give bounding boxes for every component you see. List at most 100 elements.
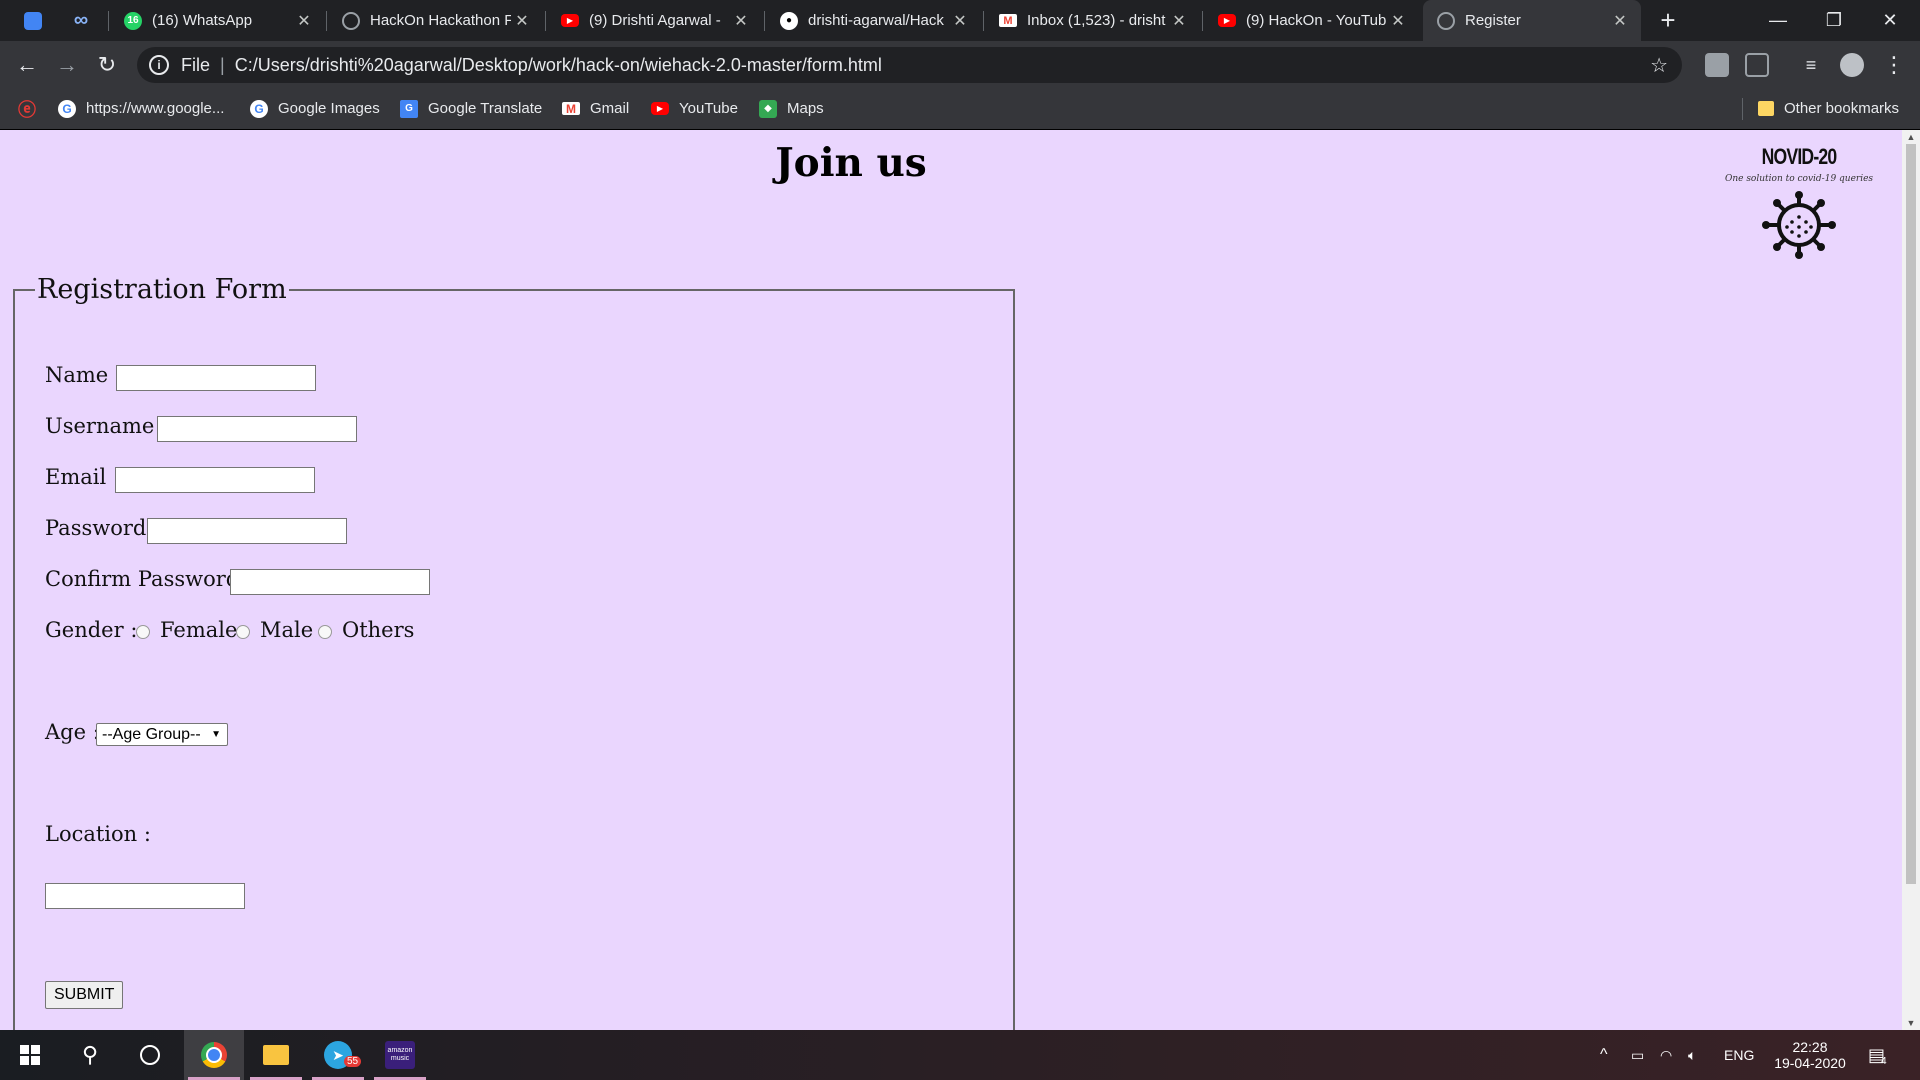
scroll-up-icon[interactable]: ▲ [1902, 130, 1920, 144]
volume-icon[interactable]: 🔈︎ [1688, 1030, 1696, 1080]
taskbar-file-explorer[interactable] [246, 1030, 306, 1080]
translate-icon: G [400, 99, 418, 118]
tab-title: (9) HackOn - YouTub [1246, 12, 1387, 29]
submit-button[interactable]: SUBMIT [45, 981, 124, 1009]
extension-icon[interactable] [1705, 53, 1729, 77]
cortana-icon[interactable] [120, 1030, 180, 1080]
bookmark-google-images[interactable]: G Google Images [250, 88, 380, 129]
bookmark-google-translate[interactable]: G Google Translate [400, 88, 542, 129]
url-text[interactable]: C:/Users/drishti%20agarwal/Desktop/work/… [235, 55, 882, 76]
wifi-icon[interactable]: ◠ [1660, 1030, 1672, 1080]
taskbar-telegram[interactable]: ➤ 55 [308, 1030, 368, 1080]
forward-button[interactable]: → [51, 49, 83, 81]
bookmark-youtube[interactable]: ▶ YouTube [651, 88, 738, 129]
minimize-button[interactable]: — [1750, 0, 1806, 40]
location-input[interactable] [45, 883, 245, 909]
info-icon[interactable]: i [149, 55, 169, 75]
bookmark-label: Maps [787, 100, 824, 117]
tab-github[interactable]: ● drishti-agarwal/Hack ✕ [766, 0, 981, 41]
gender-male-radio[interactable] [236, 625, 250, 639]
taskbar-amazon-music[interactable]: amazon music [370, 1030, 430, 1080]
windows-taskbar: ⚲ ➤ 55 amazon music ^ ▭ ◠ 🔈︎ ENG 22:28 1… [0, 1030, 1920, 1080]
gender-female-label: Female [160, 618, 238, 642]
avatar[interactable] [1840, 53, 1864, 77]
reload-button[interactable]: ↻ [91, 49, 123, 81]
close-icon[interactable]: ✕ [1168, 11, 1190, 31]
close-icon[interactable]: ✕ [949, 11, 971, 31]
bookmark-google-search[interactable]: G https://www.google... [58, 88, 224, 129]
confirm-password-input[interactable] [230, 569, 430, 595]
password-input[interactable] [147, 518, 347, 544]
restore-button[interactable]: ❐ [1806, 0, 1862, 40]
pdf-extension-icon[interactable] [1745, 53, 1769, 77]
page-scrollbar[interactable]: ▲ ▼ [1902, 130, 1920, 1030]
media-control-icon[interactable]: ≡ [1795, 49, 1827, 81]
tab-youtube-hackon[interactable]: ▶ (9) HackOn - YouTub ✕ [1204, 0, 1419, 41]
gender-female-radio[interactable] [136, 625, 150, 639]
gender-label: Gender : [45, 618, 138, 642]
scroll-down-icon[interactable]: ▼ [1902, 1016, 1920, 1030]
gender-others-radio[interactable] [318, 625, 332, 639]
tab-whatsapp[interactable]: 16 (16) WhatsApp ✕ [110, 0, 325, 41]
star-icon[interactable]: ☆ [1650, 53, 1668, 78]
bookmarks-bar: ⓔ G https://www.google... G Google Image… [0, 88, 1920, 130]
form-legend: Registration Form [37, 274, 287, 305]
notification-count: 4 [1881, 1055, 1887, 1067]
tab-hackon[interactable]: HackOn Hackathon F ✕ [328, 0, 543, 41]
close-icon[interactable]: ✕ [730, 11, 752, 31]
maps-icon: ◆ [759, 99, 777, 118]
search-icon[interactable]: ⚲ [60, 1030, 120, 1080]
tab-youtube-drishti[interactable]: ▶ (9) Drishti Agarwal - ✕ [547, 0, 762, 41]
globe-icon [342, 11, 360, 30]
tab-title: drishti-agarwal/Hack [808, 12, 944, 29]
gender-others-label: Others [342, 618, 415, 642]
name-input[interactable] [116, 365, 316, 391]
youtube-icon: ▶ [561, 14, 579, 27]
close-window-button[interactable]: ✕ [1862, 0, 1918, 40]
clock[interactable]: 22:28 19-04-2020 [1770, 1030, 1850, 1080]
tab-gmail[interactable]: M Inbox (1,523) - drisht ✕ [985, 0, 1200, 41]
close-icon[interactable]: ✕ [511, 11, 533, 31]
close-icon[interactable]: ✕ [1387, 11, 1409, 31]
bookmark-gmail[interactable]: M Gmail [562, 88, 629, 129]
logo: NOVID-20 One solution to covid-19 querie… [1704, 144, 1894, 265]
age-select[interactable]: --Age Group-- ▼ [96, 723, 228, 746]
age-label: Age : [45, 720, 100, 744]
password-label: Password : [45, 516, 161, 540]
scroll-thumb[interactable] [1906, 144, 1916, 884]
taskbar-chrome[interactable] [184, 1030, 244, 1080]
address-bar[interactable]: i File | C:/Users/drishti%20agarwal/Desk… [137, 47, 1682, 83]
amazon-music-icon: amazon music [385, 1041, 415, 1069]
language-indicator[interactable]: ENG [1724, 1030, 1754, 1080]
bookmark-maps[interactable]: ◆ Maps [759, 88, 824, 129]
menu-icon[interactable]: ⋮ [1878, 49, 1910, 81]
start-button[interactable] [0, 1030, 60, 1080]
tab-pinned-app[interactable] [8, 0, 58, 41]
globe-icon [1437, 11, 1455, 30]
close-icon[interactable]: ✕ [293, 11, 315, 31]
tab-title: Inbox (1,523) - drisht [1027, 12, 1166, 29]
back-button[interactable]: ← [11, 49, 43, 81]
tab-title: (9) Drishti Agarwal - [589, 12, 721, 29]
whatsapp-icon: 16 [124, 11, 142, 30]
new-tab-button[interactable]: + [1652, 4, 1684, 36]
other-bookmarks[interactable]: Other bookmarks [1758, 88, 1899, 129]
gmail-icon: M [999, 14, 1017, 27]
location-label: Location : [45, 822, 151, 846]
notification-center-button[interactable]: ▤ 4 [1868, 1030, 1887, 1080]
battery-icon[interactable]: ▭ [1631, 1030, 1644, 1080]
close-icon[interactable]: ✕ [1609, 11, 1631, 31]
tab-pinned-infinity[interactable]: ∞ [58, 0, 108, 41]
logo-brand: NOVID-20 [1761, 144, 1838, 169]
confirm-password-label: Confirm Password : [45, 567, 253, 591]
folder-icon [263, 1045, 289, 1065]
email-input[interactable] [115, 467, 315, 493]
chrome-icon [201, 1042, 227, 1068]
bookmark-airtel[interactable]: ⓔ [18, 88, 46, 129]
logo-tagline: One solution to covid-19 queries [1724, 174, 1874, 184]
clock-time: 22:28 [1792, 1039, 1828, 1055]
tray-chevron-icon[interactable]: ^ [1600, 1030, 1608, 1080]
bookmark-label: YouTube [679, 100, 738, 117]
tab-register[interactable]: Register ✕ [1423, 0, 1641, 41]
username-input[interactable] [157, 416, 357, 442]
